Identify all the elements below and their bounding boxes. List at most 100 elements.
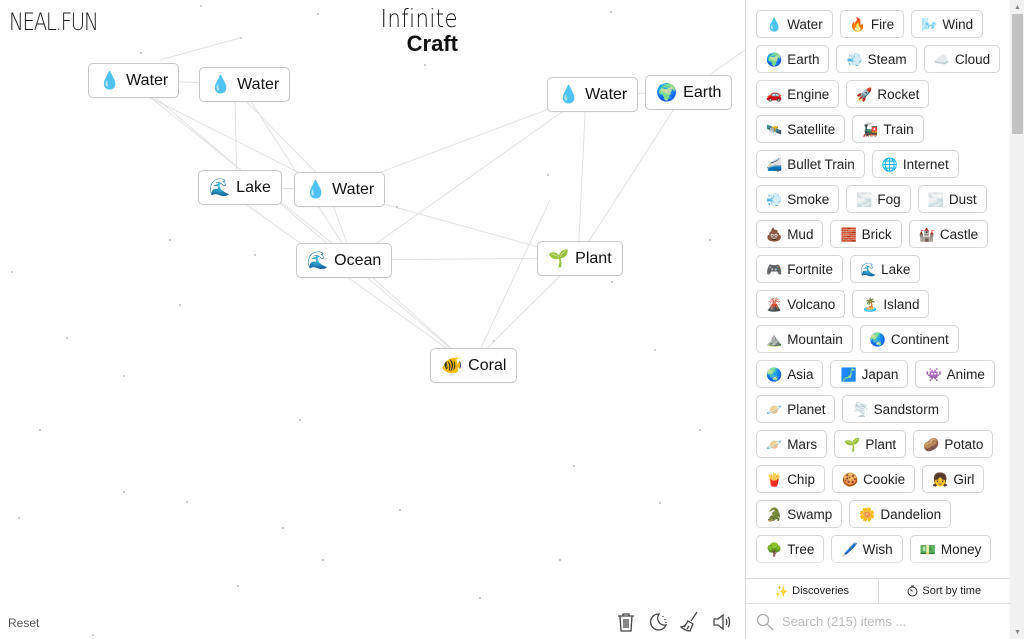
- cookie-icon: 🍪: [841, 471, 859, 487]
- smoke-icon: 💨: [766, 191, 783, 207]
- money-icon: 💵: [919, 541, 936, 557]
- island-icon: 🏝️: [862, 296, 879, 312]
- sidebar-item[interactable]: 🌱 Plant: [834, 430, 907, 458]
- sidebar-item-label: Potato: [944, 436, 984, 452]
- fire-icon: 🔥: [849, 16, 866, 32]
- canvas-element[interactable]: 💧 Water: [547, 77, 639, 112]
- sidebar-item-label: Girl: [953, 471, 975, 487]
- tree-icon: 🌳: [766, 541, 783, 557]
- potato-icon: 🥔: [923, 436, 940, 452]
- sidebar-item[interactable]: 💨 Steam: [836, 45, 917, 73]
- water-icon: 💧: [558, 85, 580, 104]
- sidebar-item[interactable]: 👾 Anime: [915, 360, 995, 388]
- canvas-element[interactable]: 🌱 Plant: [537, 241, 623, 276]
- element-label: Water: [585, 85, 628, 103]
- anime-icon: 👾: [925, 366, 942, 382]
- sidebar-item[interactable]: 💨 Smoke: [756, 185, 840, 213]
- sidebar-item[interactable]: 🧱 Brick: [830, 220, 902, 248]
- sidebar-item[interactable]: 🚂 Train: [852, 115, 924, 143]
- reset-button[interactable]: Reset: [8, 616, 39, 630]
- wave-icon: 🌊: [209, 178, 231, 197]
- canvas-element[interactable]: 🌍 Earth: [645, 75, 733, 110]
- sidebar-item[interactable]: 🌫️ Fog: [846, 185, 911, 213]
- scroll-up-arrow[interactable]: ▲: [1010, 0, 1024, 14]
- sort-button[interactable]: Sort by time: [877, 579, 1011, 603]
- scrollbar[interactable]: ▲ ▼: [1010, 0, 1024, 639]
- dark-mode-button[interactable]: [647, 610, 669, 634]
- canvas-element[interactable]: 💧 Water: [88, 63, 180, 98]
- sidebar-item[interactable]: 🚀 Rocket: [846, 80, 930, 108]
- sidebar-item-label: Train: [883, 121, 914, 137]
- scrollbar-thumb[interactable]: [1012, 14, 1023, 134]
- canvas-element[interactable]: 💧 Water: [199, 67, 291, 102]
- sidebar-item[interactable]: 🚄 Bullet Train: [756, 150, 865, 178]
- sidebar-item[interactable]: 🌫️ Dust: [917, 185, 987, 213]
- cleanup-button[interactable]: [679, 610, 701, 634]
- sidebar-item[interactable]: 🚗 Engine: [756, 80, 840, 108]
- discoveries-button[interactable]: ✨ Discoveries: [746, 579, 878, 603]
- canvas-element[interactable]: 💧 Water: [294, 172, 386, 207]
- sidebar-item[interactable]: 🌍 Earth: [756, 45, 830, 73]
- sidebar-item-label: Mud: [787, 226, 814, 242]
- water-icon: 💧: [305, 180, 327, 199]
- sidebar-item[interactable]: 🔥 Fire: [839, 10, 905, 38]
- sidebar-item[interactable]: 🐊 Swamp: [756, 500, 843, 528]
- sidebar-item[interactable]: 🌋 Volcano: [756, 290, 846, 318]
- sidebar-item[interactable]: 🍟 Chip: [756, 465, 825, 493]
- sidebar-item[interactable]: 🎮 Fortnite: [756, 255, 843, 283]
- neal-fun-logo[interactable]: NEAL.FUN: [9, 8, 99, 36]
- sidebar-item-label: Castle: [939, 226, 979, 242]
- sidebar-item[interactable]: 💧 Water: [756, 10, 833, 38]
- sidebar-item-label: Earth: [787, 51, 820, 67]
- trash-icon: [618, 613, 634, 632]
- sidebar-item[interactable]: 🌬️ Wind: [911, 10, 984, 38]
- sidebar-item[interactable]: 🏰 Castle: [908, 220, 989, 248]
- sidebar-item[interactable]: 🌼 Dandelion: [849, 500, 952, 528]
- canvas-element[interactable]: 🌊 Lake: [198, 170, 282, 205]
- clear-button[interactable]: [615, 610, 637, 634]
- element-label: Coral: [468, 356, 507, 374]
- sidebar-item-label: Internet: [902, 156, 949, 172]
- crafting-canvas[interactable]: NEAL.FUN Infinite Craft 💧 Water 💧 Water …: [0, 0, 745, 639]
- fish-icon: 🐠: [441, 356, 463, 375]
- element-label: Earth: [683, 83, 722, 101]
- sidebar-item[interactable]: 🖊️ Wish: [831, 535, 903, 563]
- sidebar-item[interactable]: 🛰️ Satellite: [756, 115, 846, 143]
- sidebar-item[interactable]: ⛰️ Mountain: [756, 325, 853, 353]
- sidebar-item-label: Dust: [948, 191, 977, 207]
- sidebar-item[interactable]: ☁️ Cloud: [923, 45, 1001, 73]
- engine-icon: 🚗: [766, 86, 783, 102]
- sidebar-item-label: Water: [787, 16, 823, 32]
- sidebar-item-label: Cookie: [863, 471, 906, 487]
- sidebar-item[interactable]: 🍪 Cookie: [831, 465, 916, 493]
- sidebar-item-label: Cloud: [954, 51, 991, 67]
- bullet-train-icon: 🚄: [766, 156, 783, 172]
- sidebar-item[interactable]: 💩 Mud: [756, 220, 824, 248]
- sidebar-item[interactable]: 🌏 Continent: [859, 325, 959, 353]
- sidebar-item[interactable]: 💵 Money: [909, 535, 992, 563]
- sidebar-item[interactable]: 🌪️ Sandstorm: [842, 395, 949, 423]
- sidebar-item[interactable]: 🗾 Japan: [830, 360, 909, 388]
- sidebar-item[interactable]: 🌳 Tree: [756, 535, 825, 563]
- sidebar-item[interactable]: 🌊 Lake: [849, 255, 921, 283]
- sort-label: Sort by time: [922, 585, 982, 597]
- canvas-element[interactable]: 🐠 Coral: [430, 348, 518, 383]
- dust-icon: 🌫️: [927, 191, 944, 207]
- mars-icon: 🪐: [766, 436, 783, 452]
- satellite-icon: 🛰️: [766, 121, 783, 137]
- title-line-2: Craft: [406, 31, 458, 56]
- sidebar-item[interactable]: 🪐 Planet: [756, 395, 836, 423]
- sidebar-item[interactable]: 🥔 Potato: [913, 430, 994, 458]
- canvas-element[interactable]: 🌊 Ocean: [296, 243, 393, 278]
- sidebar-item-label: Lake: [881, 261, 911, 277]
- sidebar-item[interactable]: 👧 Girl: [922, 465, 985, 493]
- sound-button[interactable]: [711, 610, 733, 634]
- search-icon: [756, 613, 774, 630]
- search-input[interactable]: [782, 614, 1002, 629]
- sidebar-item[interactable]: 🌐 Internet: [871, 150, 959, 178]
- sidebar-item[interactable]: 🏝️ Island: [852, 290, 930, 318]
- scroll-down-arrow[interactable]: ▼: [1010, 625, 1024, 639]
- sidebar-item[interactable]: 🪐 Mars: [756, 430, 828, 458]
- fortnite-icon: 🎮: [766, 261, 783, 277]
- sidebar-item[interactable]: 🌏 Asia: [756, 360, 824, 388]
